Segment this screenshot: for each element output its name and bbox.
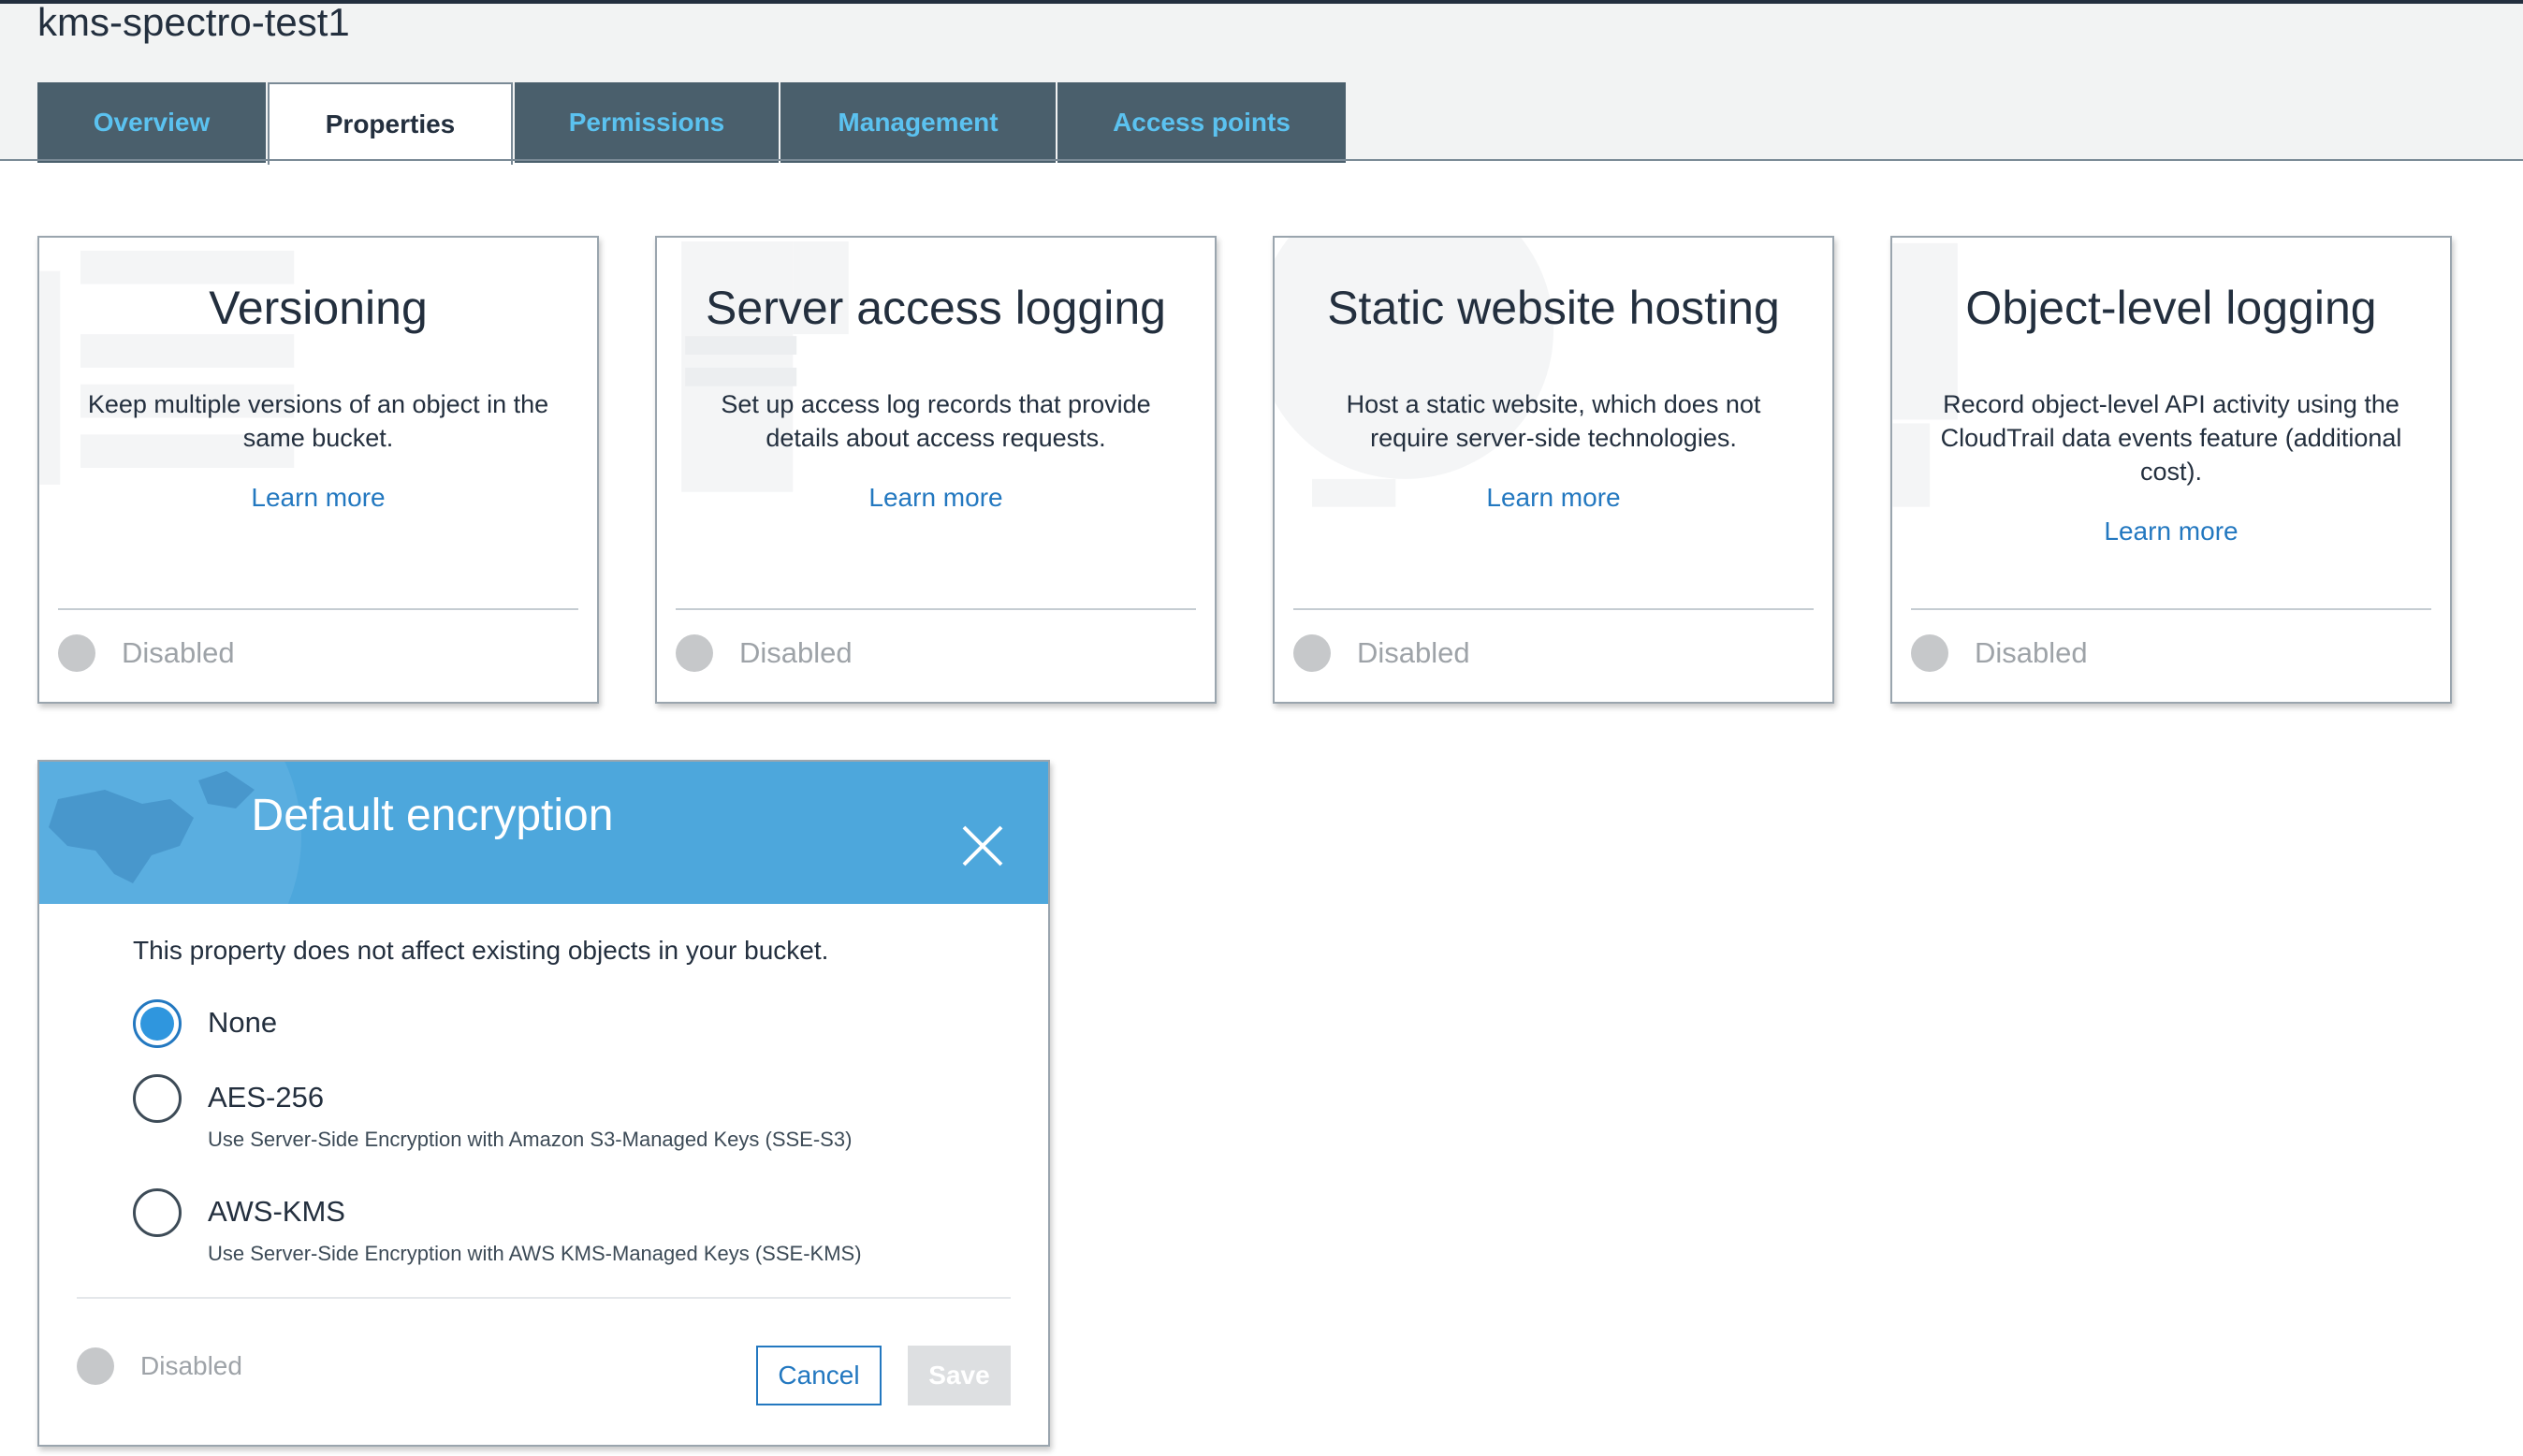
learn-more-link[interactable]: Learn more	[1892, 517, 2450, 546]
status-dot-icon	[77, 1347, 114, 1385]
card-description: Host a static website, which does not re…	[1346, 390, 1761, 452]
card-title: Versioning	[209, 282, 428, 334]
static-website-hosting-card[interactable]: Static website hosting Host a static web…	[1273, 236, 1834, 704]
card-description: Set up access log records that provide d…	[721, 390, 1151, 452]
tab-properties[interactable]: Properties	[268, 82, 513, 165]
card-divider	[1293, 608, 1814, 610]
save-button: Save	[908, 1346, 1011, 1405]
card-title: Server access logging	[706, 282, 1166, 334]
server-access-logging-card[interactable]: Server access logging Set up access log …	[655, 236, 1217, 704]
option-label-aes-256: AES-256	[208, 1081, 325, 1114]
card-divider	[58, 608, 578, 610]
option-label-none: None	[208, 1006, 278, 1039]
default-encryption-panel: Default encryption This property does no…	[37, 760, 1050, 1447]
card-description: Keep multiple versions of an object in t…	[87, 390, 549, 452]
encryption-header: Default encryption	[39, 762, 1048, 904]
encryption-divider	[77, 1297, 1011, 1299]
card-title: Object-level logging	[1965, 282, 2377, 334]
status-label: Disabled	[1975, 636, 2088, 669]
tab-overview[interactable]: Overview	[37, 82, 266, 163]
tab-bar: Overview Properties Permissions Manageme…	[37, 82, 1348, 165]
bucket-title: kms-spectro-test1	[37, 0, 350, 44]
card-divider	[676, 608, 1196, 610]
status-label: Disabled	[122, 636, 235, 669]
learn-more-link[interactable]: Learn more	[1275, 483, 1832, 513]
tab-management[interactable]: Management	[780, 82, 1056, 163]
encryption-note: This property does not affect existing o…	[133, 936, 829, 965]
status-dot-icon	[676, 634, 713, 672]
option-label-aws-kms: AWS-KMS	[208, 1195, 345, 1228]
option-sub-aes-256: Use Server-Side Encryption with Amazon S…	[208, 1128, 853, 1151]
radio-aws-kms[interactable]	[133, 1188, 182, 1237]
tab-access-points[interactable]: Access points	[1057, 82, 1346, 163]
card-description: Record object-level API activity using t…	[1940, 390, 2402, 486]
bucket-header: kms-spectro-test1 Overview Properties Pe…	[0, 0, 2523, 165]
learn-more-link[interactable]: Learn more	[39, 483, 597, 513]
radio-none[interactable]	[133, 999, 182, 1048]
tab-permissions[interactable]: Permissions	[515, 82, 779, 163]
radio-aes-256[interactable]	[133, 1074, 182, 1123]
status-dot-icon	[58, 634, 95, 672]
card-divider	[1911, 608, 2431, 610]
learn-more-link[interactable]: Learn more	[657, 483, 1215, 513]
status-dot-icon	[1293, 634, 1331, 672]
status-label: Disabled	[739, 636, 853, 669]
page: kms-spectro-test1 Overview Properties Pe…	[0, 0, 2523, 1456]
cancel-button[interactable]: Cancel	[756, 1346, 882, 1405]
status-label: Disabled	[1357, 636, 1470, 669]
encryption-title: Default encryption	[251, 791, 614, 840]
card-title: Static website hosting	[1327, 282, 1780, 334]
encryption-status-label: Disabled	[140, 1351, 242, 1380]
object-level-logging-card[interactable]: Object-level logging Record object-level…	[1890, 236, 2452, 704]
versioning-card[interactable]: Versioning Keep multiple versions of an …	[37, 236, 599, 704]
close-icon[interactable]	[960, 823, 1005, 868]
status-dot-icon	[1911, 634, 1948, 672]
option-sub-aws-kms: Use Server-Side Encryption with AWS KMS-…	[208, 1242, 862, 1265]
